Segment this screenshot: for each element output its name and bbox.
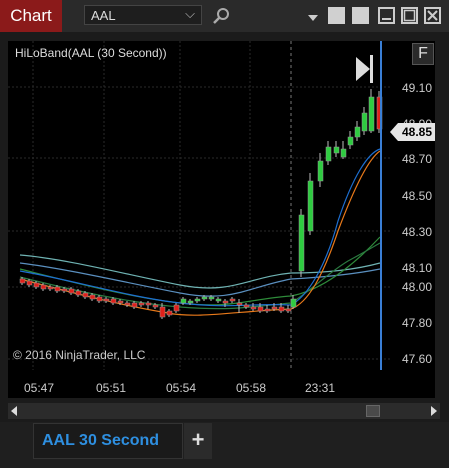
time-axis[interactable]: 05:47 05:51 05:54 05:58 23:31 [8, 370, 435, 398]
candle [290, 298, 297, 308]
candle [180, 298, 187, 304]
candle [194, 298, 201, 302]
candle [354, 126, 361, 138]
candle [40, 284, 47, 290]
candle [33, 282, 40, 288]
candle [368, 96, 375, 132]
candle [187, 300, 194, 304]
format-button[interactable]: F [412, 43, 434, 65]
candle [75, 290, 82, 296]
candle [347, 136, 354, 146]
price-label: 48.10 [402, 261, 433, 275]
price-label: 48.70 [402, 152, 433, 166]
candle [264, 308, 271, 312]
time-label: 05:54 [166, 381, 197, 395]
candle [215, 298, 222, 302]
indicator-label: HiLoBand(AAL (30 Second)) [15, 46, 167, 60]
time-label: 05:58 [236, 381, 267, 395]
scroll-thumb[interactable] [366, 405, 380, 417]
instrument-value: AAL [91, 8, 116, 23]
candle [117, 300, 124, 304]
candle [145, 302, 152, 306]
candle [159, 306, 166, 318]
instrument-selector[interactable]: AAL ⌵ [84, 5, 202, 25]
candle [19, 278, 26, 284]
chart-tab[interactable]: Chart [0, 0, 62, 32]
price-label: 48.00 [402, 280, 433, 294]
candle [222, 300, 229, 304]
price-label: 49.10 [402, 81, 433, 95]
chevron-down-icon: ⌵ [185, 6, 195, 21]
candle [103, 298, 110, 302]
candle [325, 146, 332, 162]
candle [317, 160, 324, 182]
copyright-text: © 2016 NinjaTrader, LLC [13, 348, 146, 362]
horizontal-scrollbar[interactable] [8, 403, 440, 419]
current-price-marker: 48.85 [390, 123, 435, 141]
price-label: 47.60 [402, 352, 433, 366]
candle [68, 288, 75, 294]
candle [243, 304, 250, 308]
candle [271, 306, 278, 310]
candle [54, 286, 61, 292]
candle [131, 302, 138, 308]
search-icon[interactable] [212, 6, 232, 26]
candle [278, 306, 285, 312]
candle [166, 310, 173, 316]
candle [124, 302, 131, 306]
candle [208, 296, 215, 300]
candle [152, 304, 159, 308]
candle [110, 298, 117, 304]
time-label: 05:47 [24, 381, 55, 395]
scroll-right-icon[interactable] [431, 406, 437, 416]
time-label: 23:31 [305, 381, 336, 395]
candle [61, 288, 68, 292]
candle [340, 148, 347, 158]
close-icon[interactable] [424, 7, 441, 24]
tile-icon[interactable] [328, 7, 345, 24]
minimize-icon[interactable] [378, 7, 395, 24]
price-axis[interactable]: F 49.10 48.90 48.70 48.50 48.30 48.10 48… [390, 41, 435, 370]
tile-icon[interactable] [352, 7, 369, 24]
add-tab-button[interactable]: + [184, 423, 212, 459]
time-label: 05:51 [96, 381, 127, 395]
candle [298, 214, 305, 272]
candle [257, 306, 264, 312]
candle [82, 292, 89, 298]
menu-caret-icon[interactable] [307, 10, 319, 21]
candle [138, 302, 145, 306]
candle [333, 146, 340, 154]
price-label: 48.50 [402, 189, 433, 203]
candle [96, 296, 103, 302]
candle [361, 112, 368, 132]
candle [26, 280, 33, 286]
scroll-left-icon[interactable] [11, 406, 17, 416]
tab-aal-30-second[interactable]: AAL 30 Second [33, 423, 183, 459]
candle [89, 294, 96, 300]
price-chart: HiLoBand(AAL (30 Second)) © 2016 NinjaTr… [8, 41, 390, 370]
candle [285, 308, 292, 312]
price-label: 47.80 [402, 316, 433, 330]
candle [236, 302, 243, 306]
candle [173, 304, 180, 312]
chart-panel[interactable]: HiLoBand(AAL (30 Second)) © 2016 NinjaTr… [8, 41, 390, 370]
candle [229, 298, 236, 302]
candle [201, 296, 208, 300]
play-forward-icon[interactable] [356, 55, 373, 83]
price-label: 48.30 [402, 225, 433, 239]
candle [47, 286, 54, 290]
maximize-icon[interactable] [401, 7, 418, 24]
candle [307, 180, 314, 232]
candle [250, 306, 257, 310]
